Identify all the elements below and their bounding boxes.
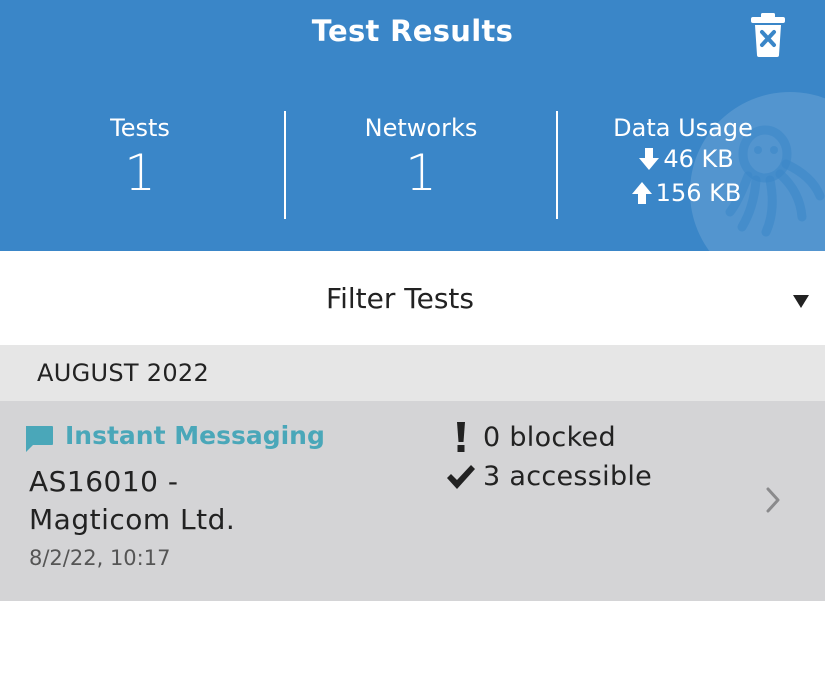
network-name: AS16010 - Magticom Ltd. (29, 463, 329, 539)
filter-label: Filter Tests (326, 282, 474, 315)
data-usage-stat: Data Usage 46 KB 156 KB (558, 108, 808, 220)
arrow-down-icon (639, 148, 660, 170)
stats-summary: Tests 1 Networks 1 Data Usage 46 KB 156 … (0, 108, 825, 220)
networks-stat: Networks 1 (286, 108, 556, 220)
triangle-down-icon[interactable] (792, 293, 810, 309)
chat-bubble-icon (26, 426, 53, 452)
networks-count: 1 (405, 144, 437, 202)
tests-label: Tests (110, 114, 170, 142)
checkmark-icon (447, 464, 475, 489)
upload-amount: 156 KB (655, 179, 742, 207)
download-usage: 46 KB (558, 142, 808, 176)
test-type-label: Instant Messaging (65, 421, 325, 450)
tests-count: 1 (124, 144, 156, 202)
blocked-count: 0 blocked (483, 421, 616, 453)
networks-label: Networks (364, 114, 478, 142)
network-provider: Magticom Ltd. (29, 503, 236, 536)
test-result-row[interactable]: Instant Messaging AS16010 - Magticom Ltd… (0, 401, 825, 601)
data-usage-label: Data Usage (613, 114, 753, 142)
accessible-count: 3 accessible (483, 461, 653, 492)
trash-x-icon (751, 13, 785, 57)
month-section-header: AUGUST 2022 (0, 345, 825, 401)
app-header: Test Results Tests 1 Networks 1 Data Usa… (0, 0, 825, 251)
page-title: Test Results (311, 14, 514, 48)
network-asn: AS16010 - (29, 465, 179, 498)
test-timestamp: 8/2/22, 10:17 (29, 546, 171, 570)
chevron-right-icon (766, 487, 780, 513)
filter-tests-dropdown[interactable]: Filter Tests (0, 251, 825, 345)
delete-results-button[interactable] (748, 12, 788, 58)
arrow-up-icon (631, 182, 652, 204)
exclamation-icon (457, 422, 465, 452)
blocked-count-line: 0 blocked (443, 421, 616, 453)
download-amount: 46 KB (663, 145, 734, 173)
tests-stat: Tests 1 (0, 108, 280, 220)
upload-usage: 156 KB (558, 176, 808, 210)
month-label: AUGUST 2022 (37, 359, 210, 387)
accessible-count-line: 3 accessible (443, 461, 652, 492)
